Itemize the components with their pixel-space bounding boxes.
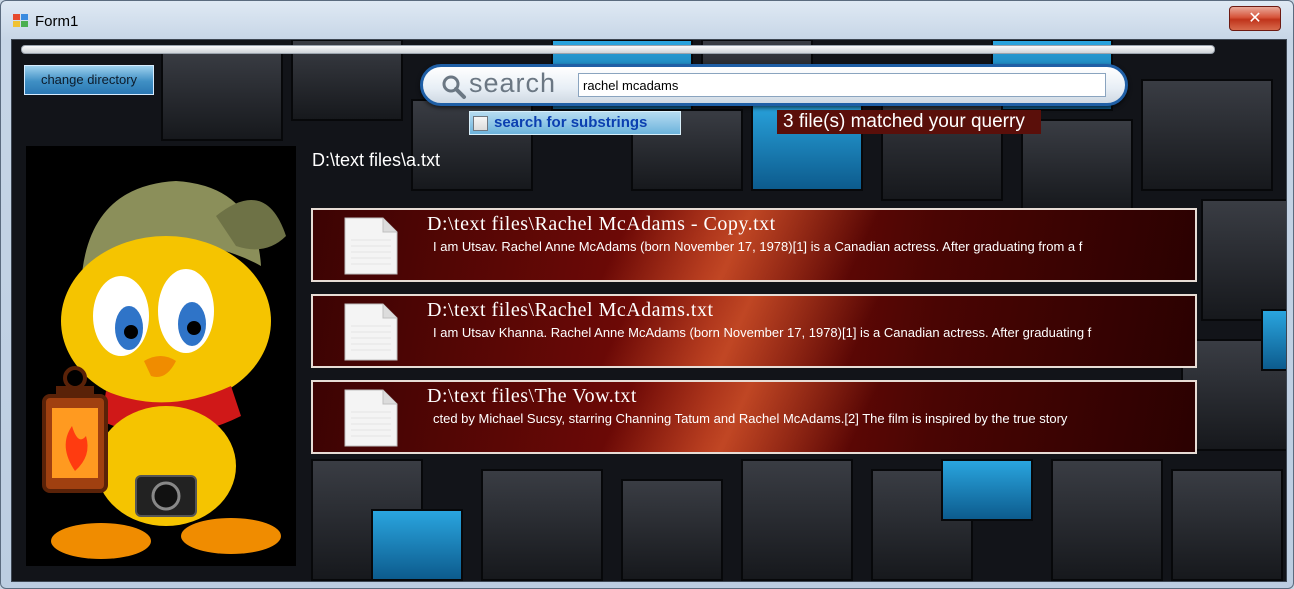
window-title: Form1 bbox=[35, 13, 79, 30]
search-bar: search bbox=[420, 64, 1128, 106]
search-input[interactable] bbox=[578, 73, 1106, 97]
result-snippet: cted by Michael Sucsy, starring Channing… bbox=[433, 411, 1068, 426]
result-snippet: I am Utsav Khanna. Rachel Anne McAdams (… bbox=[433, 325, 1092, 340]
result-item[interactable]: D:\text files\The Vow.txt cted by Michae… bbox=[311, 380, 1197, 454]
form-app-icon bbox=[13, 14, 29, 28]
result-snippet: I am Utsav. Rachel Anne McAdams (born No… bbox=[433, 239, 1083, 254]
result-title[interactable]: D:\text files\Rachel McAdams - Copy.txt bbox=[427, 213, 776, 236]
document-icon bbox=[344, 303, 398, 361]
magnifier-icon bbox=[442, 75, 466, 99]
tweety-lantern-camera-image bbox=[26, 146, 296, 566]
match-count-status: 3 file(s) matched your querry bbox=[777, 110, 1041, 134]
substring-label[interactable]: search for substrings bbox=[494, 114, 647, 131]
current-file-path: D:\text files\a.txt bbox=[312, 150, 441, 170]
close-button[interactable]: ✕ bbox=[1229, 6, 1281, 31]
title-bar[interactable]: Form1 ✕ bbox=[1, 1, 1293, 39]
result-item[interactable]: D:\text files\Rachel McAdams - Copy.txt … bbox=[311, 208, 1197, 282]
app-window: Form1 ✕ change directory search rachel m… bbox=[0, 0, 1294, 589]
substring-checkbox[interactable] bbox=[473, 116, 488, 131]
result-title[interactable]: D:\text files\Rachel McAdams.txt bbox=[427, 299, 714, 322]
progress-bar bbox=[21, 45, 1215, 54]
change-directory-button[interactable]: change directory bbox=[24, 65, 154, 95]
client-area: change directory search search for subst… bbox=[11, 39, 1287, 582]
close-icon: ✕ bbox=[1248, 8, 1262, 27]
result-item[interactable]: D:\text files\Rachel McAdams.txt I am Ut… bbox=[311, 294, 1197, 368]
substring-option[interactable]: search for substrings bbox=[469, 111, 681, 135]
search-label: search bbox=[469, 68, 557, 98]
result-title[interactable]: D:\text files\The Vow.txt bbox=[427, 385, 637, 408]
document-icon bbox=[344, 217, 398, 275]
document-icon bbox=[344, 389, 398, 447]
